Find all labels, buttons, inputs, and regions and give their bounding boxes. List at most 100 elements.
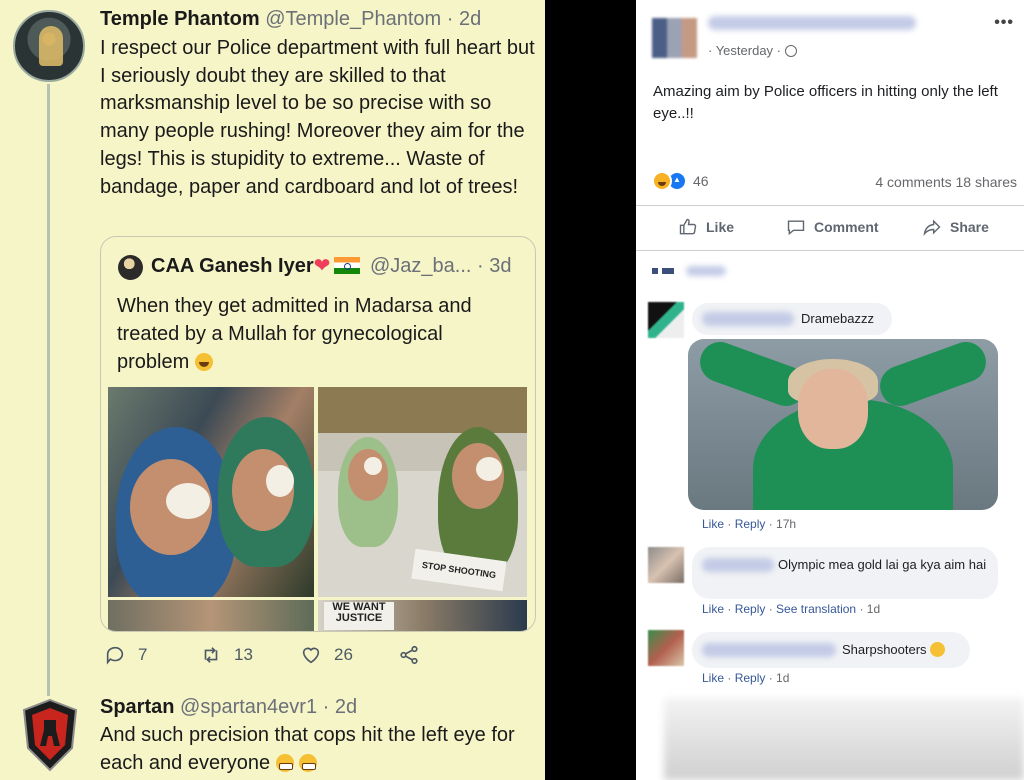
share-action-button[interactable]: Share — [922, 217, 989, 237]
comment-bubble-icon — [787, 220, 805, 236]
reply-author-name[interactable]: Spartan — [100, 696, 174, 718]
comment-action-label: Comment — [814, 219, 879, 235]
photo-thumbnail-3[interactable] — [108, 600, 314, 631]
quoted-tweet-time: · 3d — [477, 255, 512, 277]
photo-women-eye-patches-2[interactable]: STOP SHOOTING — [318, 387, 527, 597]
comment-bubble: Olympic mea gold lai ga kya aim hai — [692, 547, 998, 599]
grimacing-emoji-icon — [275, 753, 294, 772]
post-time[interactable]: · Yesterday · — [708, 43, 781, 58]
pixel-square — [662, 268, 674, 274]
reply-count: 7 — [138, 645, 148, 664]
shares-count-link[interactable]: 18 shares — [956, 174, 1017, 190]
comments-count-link[interactable]: 4 comments — [875, 174, 951, 190]
retweet-icon — [204, 647, 218, 663]
divider — [636, 250, 1024, 251]
tweet-author-avatar[interactable] — [13, 10, 85, 82]
reply-time[interactable]: · 2d — [323, 696, 357, 718]
photo-thumbnail-4[interactable]: WE WANT JUSTICE — [318, 600, 527, 631]
reaction-count: 46 — [693, 173, 709, 189]
quoted-author-name: CAA Ganesh Iyer — [151, 255, 314, 277]
tweet-header: Temple Phantom @Temple_Phantom · 2d — [100, 8, 481, 31]
commenter-avatar[interactable] — [648, 630, 684, 666]
post-author-avatar[interactable] — [652, 18, 697, 58]
share-button[interactable] — [398, 644, 420, 666]
comment-bubble: Sharpshooters — [692, 632, 970, 668]
commenter-avatar[interactable] — [648, 547, 684, 583]
quoted-tweet-text: When they get admitted in Madarsa and tr… — [117, 295, 472, 373]
thread-line — [47, 84, 50, 696]
eye-patch-shape — [364, 457, 382, 475]
like-count: 26 — [334, 645, 353, 664]
post-author-name-redacted[interactable] — [708, 16, 916, 30]
like-action-label: Like — [706, 219, 735, 235]
filter-label-redacted — [686, 266, 726, 276]
grimacing-emoji-icon — [299, 753, 318, 772]
comment-text-wrap: Sharpshooters — [842, 641, 946, 659]
gif-arm-shape — [874, 339, 992, 412]
commenter-name-redacted[interactable] — [702, 312, 794, 326]
post-counts: 4 comments 18 shares — [875, 174, 1017, 190]
tweet-author-name[interactable]: Temple Phantom — [100, 8, 260, 30]
comment-meta: Like · Reply · 17h — [702, 517, 797, 531]
comment-text: Olympic mea gold lai ga kya aim hai — [778, 557, 987, 572]
like-button[interactable]: 26 — [300, 644, 353, 666]
comment-filter-redacted[interactable] — [652, 266, 726, 276]
commenter-avatar[interactable] — [648, 302, 684, 338]
haha-reaction-icon — [652, 171, 672, 191]
comment-like-link[interactable]: Like — [702, 671, 724, 685]
avatar-figure-icon — [39, 26, 63, 66]
comment-text: Dramebazzz — [801, 311, 874, 326]
share-arrow-icon — [923, 219, 941, 237]
tweet-author-handle[interactable]: @Temple_Phantom — [265, 8, 441, 30]
reply-author-avatar[interactable] — [22, 698, 78, 772]
comment-time[interactable]: · 1d — [859, 602, 880, 616]
post-text: Amazing aim by Police officers in hittin… — [653, 83, 998, 122]
quoted-author-avatar — [118, 255, 143, 280]
comment-meta: Like · Reply · 1d — [702, 671, 790, 685]
reactions-summary[interactable]: 46 — [652, 171, 709, 191]
comment-like-link[interactable]: Like — [702, 602, 724, 616]
protest-sign-we-want-justice: WE WANT JUSTICE — [324, 602, 394, 630]
more-options-icon[interactable]: ••• — [994, 14, 1014, 32]
quoted-tweet-header: CAA Ganesh Iyer❤ @Jaz_ba... · 3d — [151, 253, 511, 278]
reply-text-wrap: And such precision that cops hit the lef… — [100, 722, 538, 777]
quoted-tweet-text-wrap: When they get admitted in Madarsa and tr… — [117, 292, 517, 376]
globe-icon — [785, 44, 797, 57]
reply-button[interactable]: 7 — [104, 644, 147, 666]
commenter-name-redacted[interactable] — [702, 643, 836, 657]
comment-time[interactable]: · 1d — [769, 671, 790, 685]
reply-header: Spartan @spartan4evr1 · 2d — [100, 696, 357, 719]
spartan-helmet-shield-icon — [22, 698, 78, 772]
comment-reply-link[interactable]: Reply — [735, 517, 766, 531]
comment-reply-link[interactable]: Reply — [735, 671, 766, 685]
comment-action-button[interactable]: Comment — [786, 217, 879, 237]
comment-like-link[interactable]: Like — [702, 517, 724, 531]
post-meta: · Yesterday · — [708, 43, 797, 58]
heart-icon — [302, 647, 320, 664]
like-action-button[interactable]: Like — [678, 217, 734, 237]
comment-gif-image[interactable] — [688, 339, 998, 510]
comment-reply-link[interactable]: Reply — [735, 602, 766, 616]
retweet-button[interactable]: 13 — [200, 644, 253, 666]
facebook-panel: · Yesterday · ••• Amazing aim by Police … — [636, 0, 1024, 780]
retweet-count: 13 — [234, 645, 253, 664]
comment-time[interactable]: · 17h — [769, 517, 796, 531]
quoted-tweet-card[interactable]: CAA Ganesh Iyer❤ @Jaz_ba... · 3d When th… — [100, 236, 536, 632]
photo-women-eye-patches-1[interactable] — [108, 387, 314, 597]
eye-patch-shape — [266, 465, 294, 497]
commenter-name-redacted[interactable] — [702, 558, 774, 572]
india-flag-icon — [334, 257, 361, 274]
redacted-comment-area — [664, 698, 1024, 780]
comment-meta: Like · Reply · See translation · 1d — [702, 602, 881, 616]
reply-icon — [106, 646, 124, 665]
eye-patch-shape — [476, 457, 502, 481]
reply-author-handle[interactable]: @spartan4evr1 — [180, 696, 317, 718]
heart-emoji-icon: ❤ — [313, 255, 331, 277]
see-translation-link[interactable]: See translation — [776, 602, 856, 616]
tweet-time[interactable]: · 2d — [447, 8, 481, 30]
divider — [636, 205, 1024, 206]
quoted-tweet-media[interactable]: STOP SHOOTING WE WANT JUSTICE — [108, 387, 527, 631]
laughing-crying-emoji-icon — [194, 353, 213, 371]
quoted-author-handle: @Jaz_ba... — [369, 255, 472, 277]
tweet-panel: Temple Phantom @Temple_Phantom · 2d I re… — [0, 0, 545, 780]
